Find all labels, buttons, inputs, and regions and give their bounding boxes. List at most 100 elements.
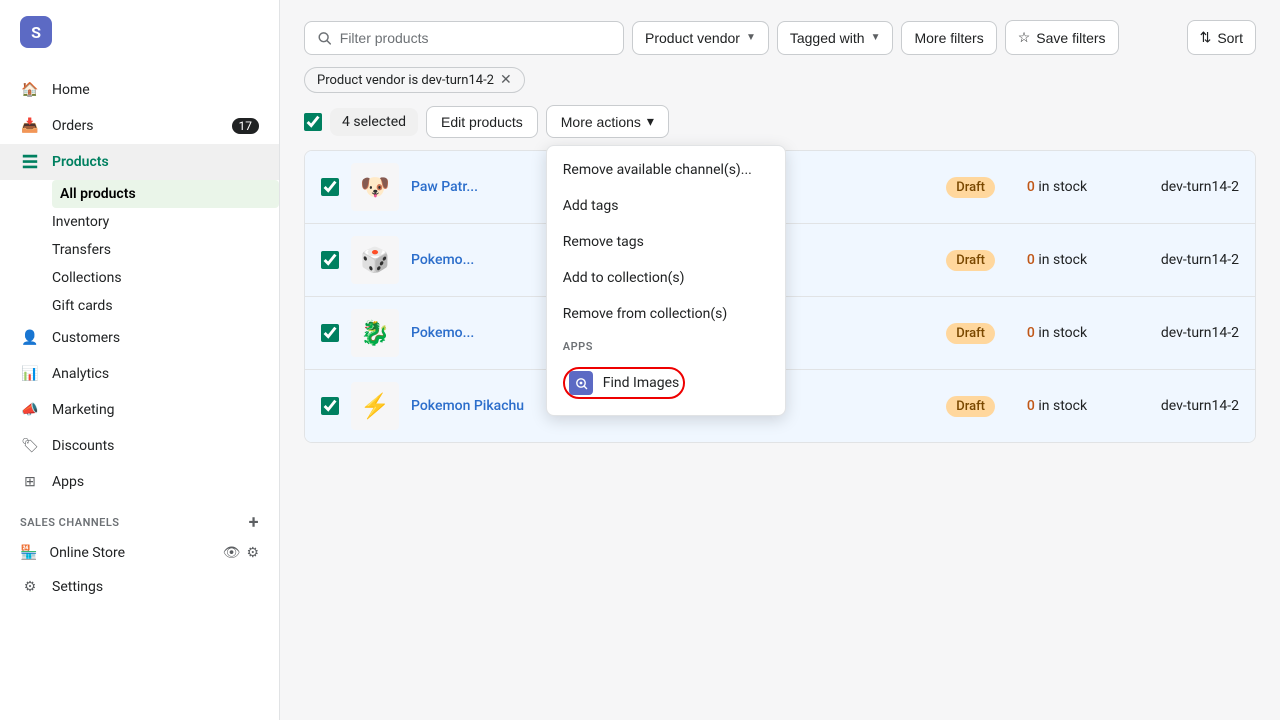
gift-cards-label: Gift cards [52, 298, 113, 314]
settings-icon: ⚙ [20, 577, 40, 597]
row-checkbox-2[interactable] [321, 251, 339, 269]
vendor-filter-tag: Product vendor is dev-turn14-2 ✕ [304, 67, 525, 93]
more-filters-label: More filters [914, 30, 983, 46]
remove-channels-label: Remove available channel(s)... [563, 162, 752, 178]
product-thumbnail-1: 🐶 [351, 163, 399, 211]
sidebar-item-discounts-label: Discounts [52, 438, 114, 454]
remove-filter-button[interactable]: ✕ [500, 72, 512, 88]
remove-channels-option[interactable]: Remove available channel(s)... [547, 152, 785, 188]
find-images-highlight: Find Images [563, 367, 685, 399]
edit-products-button[interactable]: Edit products [426, 106, 538, 138]
more-filters-button[interactable]: More filters [901, 21, 996, 55]
sidebar-item-orders[interactable]: 📥 Orders 17 [0, 108, 279, 144]
apps-icon: ⊞ [20, 472, 40, 492]
search-input[interactable] [340, 30, 611, 46]
sidebar-item-orders-label: Orders [52, 118, 94, 134]
row-checkbox-1[interactable] [321, 178, 339, 196]
search-box[interactable] [304, 21, 624, 55]
row-checkbox-3[interactable] [321, 324, 339, 342]
apps-section-title: APPS [547, 332, 785, 357]
marketing-icon: 📣 [20, 400, 40, 420]
product-status-1: Draft [946, 177, 995, 198]
sidebar-item-transfers[interactable]: Transfers [52, 236, 279, 264]
sidebar-item-home-label: Home [52, 82, 90, 98]
products-icon [20, 152, 40, 172]
sidebar-item-collections[interactable]: Collections [52, 264, 279, 292]
content-area: Product vendor ▼ Tagged with ▼ More filt… [280, 0, 1280, 720]
add-tags-label: Add tags [563, 198, 619, 214]
online-store-gear-icon[interactable]: ⚙ [246, 545, 259, 561]
product-vendor-label: Product vendor [645, 30, 740, 46]
active-filters: Product vendor is dev-turn14-2 ✕ [304, 67, 1256, 93]
sidebar-item-marketing-label: Marketing [52, 402, 115, 418]
sidebar-item-inventory[interactable]: Inventory [52, 208, 279, 236]
tagged-with-filter-button[interactable]: Tagged with ▼ [777, 21, 894, 55]
product-thumbnail-4: ⚡ [351, 382, 399, 430]
home-icon: 🏠 [20, 80, 40, 100]
save-filters-star-icon: ☆ [1018, 29, 1031, 46]
orders-icon: 📥 [20, 116, 40, 136]
sidebar-item-customers-label: Customers [52, 330, 120, 346]
sidebar-item-analytics-label: Analytics [52, 366, 109, 382]
product-vendor-filter-button[interactable]: Product vendor ▼ [632, 21, 769, 55]
sidebar: S 🏠 Home 📥 Orders 17 Products All produc… [0, 0, 280, 720]
save-filters-button[interactable]: ☆ Save filters [1005, 20, 1119, 55]
product-stock-2: 0 in stock [1007, 252, 1107, 268]
sidebar-item-products[interactable]: Products [0, 144, 279, 180]
more-actions-button[interactable]: More actions ▾ [546, 105, 669, 138]
sidebar-item-apps[interactable]: ⊞ Apps [0, 464, 279, 500]
sidebar-item-all-products[interactable]: All products [52, 180, 279, 208]
product-thumbnail-2: 🎲 [351, 236, 399, 284]
add-collection-label: Add to collection(s) [563, 270, 685, 286]
select-all-checkbox[interactable] [304, 113, 322, 131]
product-stock-3: 0 in stock [1007, 325, 1107, 341]
add-collection-option[interactable]: Add to collection(s) [547, 260, 785, 296]
vendor-filter-text: Product vendor is dev-turn14-2 [317, 73, 494, 88]
remove-collection-label: Remove from collection(s) [563, 306, 727, 322]
add-sales-channel-button[interactable]: + [249, 512, 259, 533]
find-images-app-icon [569, 371, 593, 395]
sidebar-item-analytics[interactable]: 📊 Analytics [0, 356, 279, 392]
selected-count-label: 4 selected [330, 108, 418, 136]
sidebar-item-customers[interactable]: 👤 Customers [0, 320, 279, 356]
sidebar-logo: S [0, 0, 279, 64]
remove-collection-option[interactable]: Remove from collection(s) [547, 296, 785, 332]
all-products-label: All products [60, 186, 136, 202]
sidebar-item-settings[interactable]: ⚙ Settings [0, 569, 279, 605]
product-vendor-chevron-icon: ▼ [746, 32, 756, 43]
sort-label: Sort [1217, 30, 1243, 46]
product-status-4: Draft [946, 396, 995, 417]
bulk-actions-bar: 4 selected Edit products More actions ▾ … [304, 105, 1256, 138]
remove-tags-option[interactable]: Remove tags [547, 224, 785, 260]
sort-button[interactable]: ⇅ Sort [1187, 20, 1256, 55]
product-stock-4: 0 in stock [1007, 398, 1107, 414]
toolbar: Product vendor ▼ Tagged with ▼ More filt… [304, 20, 1256, 55]
product-vendor-2: dev-turn14-2 [1119, 252, 1239, 268]
product-vendor-4: dev-turn14-2 [1119, 398, 1239, 414]
save-filters-label: Save filters [1036, 30, 1105, 46]
more-actions-chevron-icon: ▾ [647, 113, 654, 130]
collections-label: Collections [52, 270, 122, 286]
online-store-icon: 🏪 [20, 545, 37, 561]
sort-arrows-icon: ⇅ [1200, 29, 1212, 46]
sidebar-item-marketing[interactable]: 📣 Marketing [0, 392, 279, 428]
online-store-label: Online Store [49, 545, 125, 561]
online-store-eye-icon[interactable]: 👁 [223, 545, 241, 561]
product-status-2: Draft [946, 250, 995, 271]
row-checkbox-4[interactable] [321, 397, 339, 415]
sidebar-item-discounts[interactable]: 🏷 Discounts [0, 428, 279, 464]
product-status-3: Draft [946, 323, 995, 344]
sidebar-item-online-store[interactable]: 🏪 Online Store 👁 ⚙ [0, 537, 279, 569]
find-images-option[interactable]: Find Images [547, 357, 785, 409]
inventory-label: Inventory [52, 214, 109, 230]
sidebar-item-gift-cards[interactable]: Gift cards [52, 292, 279, 320]
product-vendor-3: dev-turn14-2 [1119, 325, 1239, 341]
sidebar-item-products-label: Products [52, 154, 109, 170]
sidebar-item-apps-label: Apps [52, 474, 84, 490]
transfers-label: Transfers [52, 242, 111, 258]
discounts-icon: 🏷 [20, 436, 40, 456]
customers-icon: 👤 [20, 328, 40, 348]
sidebar-item-home[interactable]: 🏠 Home [0, 72, 279, 108]
main-content: Product vendor ▼ Tagged with ▼ More filt… [280, 0, 1280, 720]
add-tags-option[interactable]: Add tags [547, 188, 785, 224]
